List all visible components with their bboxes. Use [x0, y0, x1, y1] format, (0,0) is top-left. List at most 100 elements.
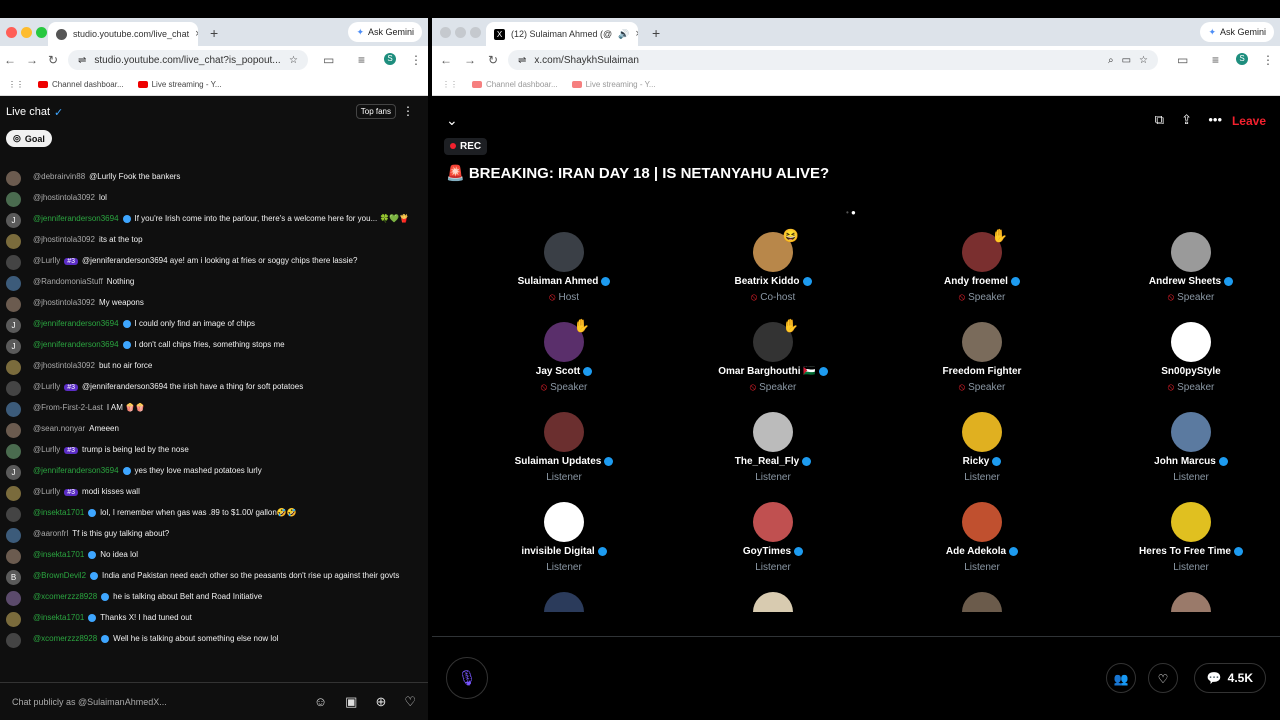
ask-gemini-button[interactable]: ✦ Ask Gemini	[1200, 22, 1274, 42]
author-name[interactable]: @Lurlly	[33, 487, 60, 496]
chat-message[interactable]: J @jenniferanderson3694 I don't call chips…	[0, 336, 428, 357]
chevron-down-icon[interactable]: ✓	[54, 106, 63, 119]
chat-message[interactable]: @xcomerzzz8928 Well he is talking about s…	[0, 630, 428, 651]
goal-chip[interactable]: ◎ Goal	[6, 130, 52, 147]
share-icon[interactable]: ⇪	[1181, 112, 1192, 128]
close-tab-icon[interactable]: ×	[635, 28, 638, 40]
more-icon[interactable]: •••	[1208, 112, 1222, 127]
minimize-window-button[interactable]	[21, 27, 32, 38]
chat-input[interactable]: Chat publicly as @SulaimanAhmedX...	[12, 697, 167, 707]
participant[interactable]: GoyTimes Listener	[683, 502, 863, 573]
participant[interactable]: Ricky Listener	[892, 412, 1072, 483]
avatar[interactable]	[6, 507, 21, 522]
close-window-button[interactable]	[440, 27, 451, 38]
browser-tab[interactable]: studio.youtube.com/live_chat ×	[48, 22, 198, 46]
people-icon[interactable]: 👥	[1106, 663, 1136, 693]
author-name[interactable]: @Lurlly	[33, 382, 60, 391]
avatar[interactable]	[6, 633, 21, 648]
author-name[interactable]: @jhostintola3092	[33, 361, 95, 370]
chat-message[interactable]: @aaronfrl Tf is this guy talking about?	[0, 525, 428, 546]
ask-gemini-button[interactable]: ✦ Ask Gemini	[348, 22, 422, 42]
menu-icon[interactable]: ⋮	[1262, 53, 1274, 67]
participant-partial[interactable]	[892, 592, 1072, 612]
avatar[interactable]: ✋	[544, 318, 590, 362]
participant[interactable]: Heres To Free Time Listener	[1101, 502, 1280, 573]
chat-message[interactable]: @insekta1701 Thanks X! I had tuned out	[0, 609, 428, 630]
page-dot[interactable]: •	[846, 208, 849, 217]
avatar[interactable]	[6, 591, 21, 606]
apps-icon[interactable]: ⋮⋮	[8, 80, 24, 89]
avatar[interactable]: 😆	[753, 228, 799, 272]
author-name[interactable]: @jhostintola3092	[33, 298, 95, 307]
minimize-space-icon[interactable]: ⧉	[1155, 112, 1164, 128]
avatar[interactable]	[544, 502, 584, 542]
author-name[interactable]: @sean.nonyar	[33, 424, 85, 433]
avatar[interactable]	[6, 612, 21, 627]
author-name[interactable]: @insekta1701	[33, 508, 84, 517]
avatar[interactable]	[962, 502, 1002, 542]
chat-message[interactable]: @jhostintola3092 its at the top	[0, 231, 428, 252]
avatar[interactable]	[962, 412, 1002, 452]
close-window-button[interactable]	[6, 27, 17, 38]
chat-message[interactable]: @Lurlly #3 trump is being led by the nose	[0, 441, 428, 462]
participant-partial[interactable]	[1101, 592, 1280, 612]
browser-tab[interactable]: X (12) Sulaiman Ahmed (@ 🔊 ×	[486, 22, 638, 46]
avatar[interactable]	[962, 322, 1002, 362]
speaker-icon[interactable]: 🔊	[618, 29, 629, 40]
chat-message[interactable]: @insekta1701 lol, I remember when gas was…	[0, 504, 428, 525]
collapse-chevron-icon[interactable]: ⌄	[446, 112, 458, 129]
avatar[interactable]	[6, 423, 21, 438]
chat-message[interactable]: @RandomoniaStuff Nothing	[0, 273, 428, 294]
participant[interactable]: ✋ Jay Scott ⦸ Speaker	[474, 318, 654, 393]
maximize-window-button[interactable]	[470, 27, 481, 38]
avatar[interactable]	[6, 402, 21, 417]
author-name[interactable]: @RandomoniaStuff	[33, 277, 103, 286]
avatar[interactable]	[753, 592, 793, 612]
avatar[interactable]	[6, 528, 21, 543]
participant[interactable]: John Marcus Listener	[1101, 412, 1280, 483]
avatar[interactable]	[6, 276, 21, 291]
participant[interactable]: invisible Digital Listener	[474, 502, 654, 573]
page-dot-active[interactable]: ●	[851, 208, 856, 217]
avatar[interactable]	[6, 381, 21, 396]
new-tab-button[interactable]: +	[652, 25, 660, 41]
avatar[interactable]	[6, 360, 21, 375]
participant-partial[interactable]	[683, 592, 863, 612]
author-name[interactable]: @jenniferanderson3694	[33, 214, 119, 223]
author-name[interactable]: @insekta1701	[33, 550, 84, 559]
emoji-icon[interactable]: ☺	[314, 694, 327, 710]
minimize-window-button[interactable]	[455, 27, 466, 38]
author-name[interactable]: @aaronfrl	[33, 529, 68, 538]
participant[interactable]: 😆 Beatrix Kiddo ⦸ Co-host	[683, 228, 863, 303]
chat-message[interactable]: B @BrownDevil2 India and Pakistan need eac…	[0, 567, 428, 588]
participant[interactable]: Freedom Fighter ⦸ Speaker	[892, 322, 1072, 393]
address-bar[interactable]: ⇌ studio.youtube.com/live_chat?is_popout…	[68, 50, 308, 70]
avatar[interactable]	[962, 592, 1002, 612]
reload-icon[interactable]: ↻	[48, 53, 58, 67]
back-icon[interactable]: ←	[440, 53, 452, 67]
avatar[interactable]	[753, 412, 793, 452]
comments-button[interactable]: 💬 4.5K	[1193, 663, 1266, 693]
profile-avatar[interactable]: S	[384, 53, 396, 65]
avatar[interactable]	[753, 502, 793, 542]
avatar[interactable]	[6, 171, 21, 186]
avatar[interactable]: J	[6, 339, 21, 354]
chat-message[interactable]: @jhostintola3092 lol	[0, 189, 428, 210]
avatar[interactable]	[1171, 232, 1211, 272]
bookmark-live-streaming[interactable]: Live streaming - Y...	[571, 80, 656, 89]
chat-message[interactable]: @insekta1701 No idea lol	[0, 546, 428, 567]
avatar[interactable]	[6, 444, 21, 459]
apps-icon[interactable]: ⋮⋮	[442, 80, 458, 89]
participant[interactable]: Sulaiman Updates Listener	[474, 412, 654, 483]
more-options-icon[interactable]: ⋮	[402, 104, 414, 118]
author-name[interactable]: @jenniferanderson3694	[33, 466, 119, 475]
chat-message[interactable]: @debrairvin88 @Lurlly Fook the bankers	[0, 168, 428, 189]
chat-message[interactable]: @Lurlly #3 @jenniferanderson3694 aye! am i…	[0, 252, 428, 273]
avatar[interactable]: ✋	[962, 228, 1008, 272]
participant[interactable]: ✋ Andy froemel ⦸ Speaker	[892, 228, 1072, 303]
extensions-icon[interactable]: ≡	[1212, 53, 1219, 67]
microphone-button[interactable]: 🎙	[446, 657, 488, 699]
participant[interactable]: The_Real_Fly Listener	[683, 412, 863, 483]
avatar[interactable]: J	[6, 213, 21, 228]
author-name[interactable]: @Lurlly	[33, 445, 60, 454]
